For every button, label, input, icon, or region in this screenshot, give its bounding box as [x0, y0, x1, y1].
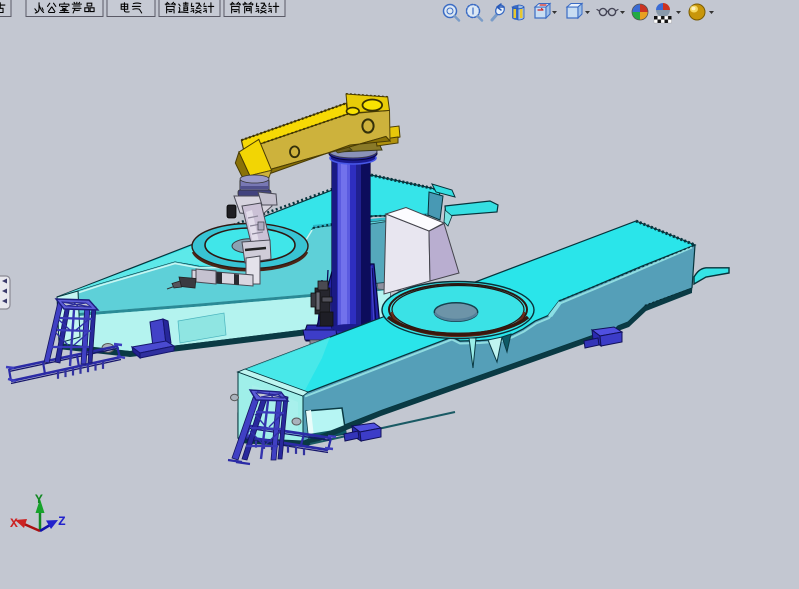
svg-text:Z: Z	[58, 514, 66, 529]
svg-text:X: X	[10, 516, 18, 531]
svg-text:Y: Y	[35, 492, 43, 507]
